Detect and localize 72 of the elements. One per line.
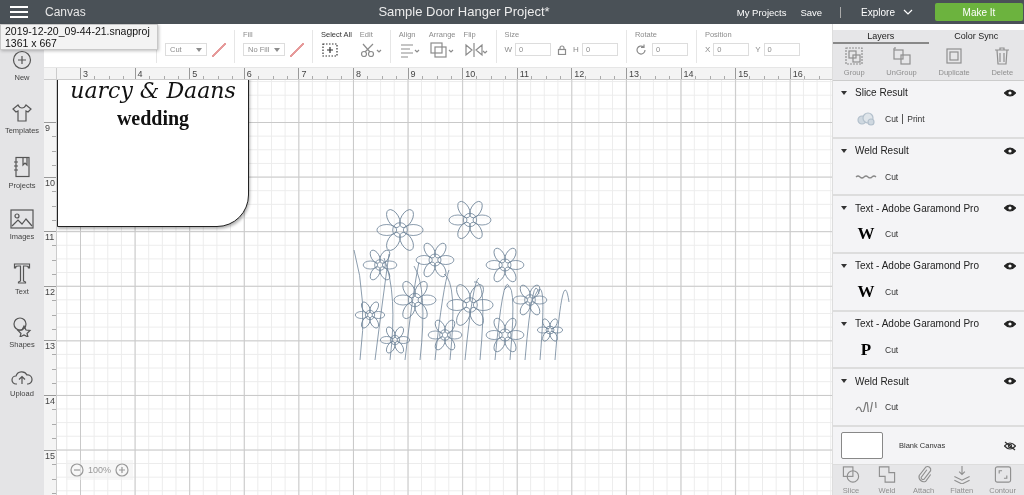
layer-name[interactable]: Text - Adobe Garamond Pro (855, 318, 996, 330)
caret-down-icon (274, 47, 280, 52)
shapes-icon (11, 315, 33, 337)
eye-hidden-icon[interactable] (1004, 440, 1016, 451)
flower-bouquet-drawing[interactable] (353, 201, 570, 361)
letter-thumbnail: W (857, 281, 875, 302)
select-all-icon (321, 41, 339, 58)
nav-link[interactable]: Save (800, 6, 823, 18)
flip-icon (463, 41, 488, 58)
rotate-icon (634, 43, 647, 56)
group-icon (844, 46, 865, 67)
letter-thumbnail: W (857, 224, 875, 245)
layer-operation: Cut (885, 171, 899, 182)
slice-icon (841, 465, 861, 484)
blank-canvas-swatch[interactable] (841, 432, 883, 460)
layer-name[interactable]: Text - Adobe Garamond Pro (855, 202, 996, 214)
layer-operation: Cut (885, 402, 899, 413)
layer-operation: Print (902, 113, 925, 124)
layer-operation: Cut (885, 229, 899, 240)
tool-button[interactable] (321, 41, 339, 58)
caret-down-icon (196, 47, 202, 52)
zoom-level: 100% (88, 465, 112, 475)
script-text: uarcy & Daans (70, 80, 236, 103)
layer-operation: Cut (885, 113, 899, 124)
script-thumbnail-icon (855, 402, 877, 413)
duplicate-icon (944, 46, 965, 67)
file-tooltip: 2019-12-20_09-44-21.snagproj 1361 x 667 (0, 24, 158, 50)
zoom-out-icon (70, 463, 84, 477)
layer-name[interactable]: Weld Result (855, 375, 996, 387)
eye-icon[interactable] (1004, 261, 1016, 270)
picture-icon (10, 209, 34, 229)
letter-t-icon (13, 262, 31, 284)
ruler-number: 15 (44, 449, 56, 495)
layer-operation: Cut (885, 286, 899, 297)
layer-name[interactable]: Text - Adobe Garamond Pro (855, 260, 996, 272)
contour-icon (992, 465, 1013, 484)
explore-menu[interactable]: Explore (861, 6, 913, 18)
eye-icon[interactable] (1004, 204, 1016, 213)
wedding-text: wedding (116, 107, 190, 130)
layer-name[interactable]: Weld Result (855, 145, 996, 156)
shirt-icon (11, 103, 33, 123)
scissors-icon (359, 41, 382, 58)
eye-icon[interactable] (1004, 319, 1016, 328)
flatten-icon (951, 465, 972, 484)
field-label: H (573, 45, 579, 54)
eye-icon[interactable] (1004, 88, 1016, 97)
align-icon (398, 41, 421, 58)
zoom-in-icon (115, 463, 130, 477)
menu-icon[interactable] (10, 6, 28, 18)
ungroup-icon (891, 46, 912, 67)
letter-thumbnail: P (860, 339, 872, 360)
panel-tab[interactable]: Color Sync (928, 30, 1024, 44)
chevron-down-icon (903, 9, 913, 15)
canvas-label: Canvas (45, 5, 86, 19)
weld-icon (877, 465, 897, 484)
artwork-thumbnail-icon (856, 110, 876, 127)
plus-circle-icon (12, 50, 32, 70)
field-label: Y (755, 45, 761, 54)
layer-operation: Cut (885, 344, 899, 355)
project-title: Sample Door Hanger Project* (378, 4, 550, 19)
field-label: X (704, 45, 711, 54)
arrange-icon (428, 40, 455, 59)
notebook-icon (13, 156, 31, 178)
trash-icon (993, 46, 1012, 67)
squiggle-thumbnail-icon (855, 173, 877, 180)
nav-link[interactable]: My Projects (736, 6, 787, 18)
door-hanger-card[interactable]: uarcy & Daans wedding (57, 80, 249, 227)
layer-name[interactable]: Slice Result (855, 87, 996, 99)
eye-icon[interactable] (1004, 377, 1016, 386)
cloud-upload-icon (11, 368, 33, 386)
field-label: W (504, 45, 513, 54)
eye-icon[interactable] (1004, 146, 1016, 155)
